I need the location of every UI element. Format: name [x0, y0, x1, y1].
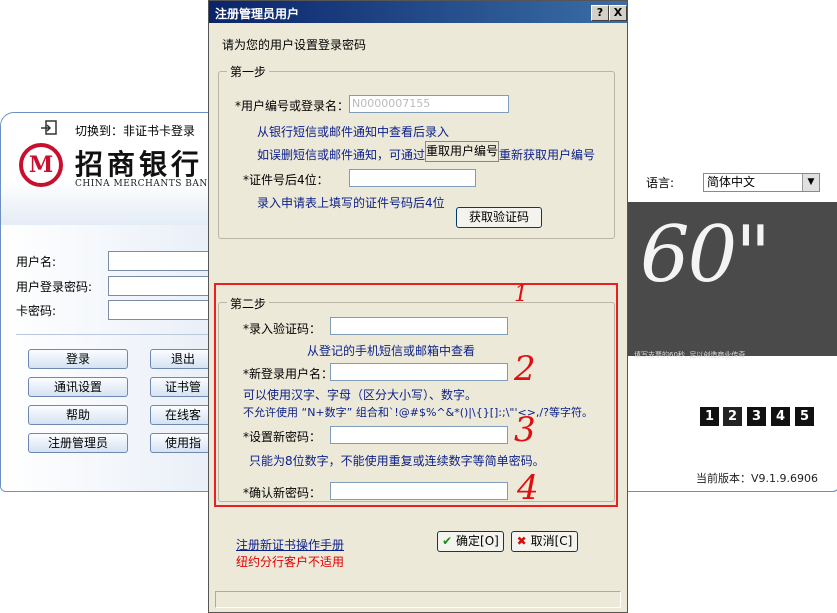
banner-headline: 60" — [640, 210, 771, 300]
username-input[interactable] — [108, 251, 220, 271]
cert-last4-hint: 录入申请表上填写的证件号码后4位 — [257, 196, 445, 210]
banner-page-4[interactable]: 4 — [771, 407, 790, 426]
dialog-intro: 请为您的用户设置登录密码 — [222, 38, 367, 52]
manual-link[interactable]: 注册新证书操作手册 — [236, 536, 344, 553]
cancel-button-label: 取消[C] — [530, 534, 573, 548]
language-select[interactable]: 简体中文 ▼ — [703, 173, 820, 192]
user-id-label: *用户编号或登录名： — [235, 99, 350, 113]
notice-text: 纽约分行客户不适用 — [236, 555, 345, 569]
cross-icon: ✖ — [516, 534, 527, 548]
ok-button[interactable]: ✔ 确定[O] — [437, 531, 504, 552]
card-password-input[interactable] — [108, 300, 220, 320]
annotation-2: 2 — [514, 349, 536, 389]
checkmark-icon: ✔ — [442, 534, 453, 548]
user-id-input[interactable]: N0000007155 — [349, 95, 509, 113]
banner-page-2[interactable]: 2 — [723, 407, 742, 426]
annotation-3: 3 — [514, 410, 536, 450]
username-label: 用户名: — [16, 255, 57, 269]
network-settings-button[interactable]: 通讯设置 — [28, 377, 128, 397]
cert-last4-label: *证件号后4位： — [243, 173, 329, 187]
retrieve-hint-suffix: 重新获取用户编号 — [499, 148, 596, 162]
card-password-label: 卡密码: — [16, 304, 57, 318]
annotation-frame — [214, 283, 618, 507]
bank-logo-icon: M — [19, 143, 63, 187]
annotation-1: 1 — [514, 282, 528, 307]
retrieve-user-id-button[interactable]: 重取用户编号 — [425, 141, 499, 162]
switch-login-link[interactable]: 切换到：非证书卡登录 — [75, 122, 195, 139]
online-service-button[interactable]: 在线客 — [150, 405, 216, 425]
user-guide-button[interactable]: 使用指 — [150, 433, 216, 453]
dialog-titlebar[interactable]: 注册管理员用户 ? X — [209, 1, 627, 23]
ok-button-label: 确定[O] — [456, 534, 499, 548]
divider — [16, 334, 214, 335]
help-button[interactable]: 帮助 — [28, 405, 128, 425]
banner-page-1[interactable]: 1 — [700, 407, 719, 426]
dialog-title: 注册管理员用户 — [215, 7, 300, 21]
language-value: 简体中文 — [707, 175, 756, 189]
login-button[interactable]: 登录 — [28, 349, 128, 369]
banner-subtitle: 填写支票的60秒, 足以创造商业传奇 — [634, 351, 746, 359]
bank-name-en: CHINA MERCHANTS BANK — [75, 179, 215, 189]
close-icon[interactable]: X — [609, 5, 627, 21]
switch-login-icon[interactable] — [40, 120, 58, 136]
chevron-down-icon[interactable]: ▼ — [802, 174, 819, 191]
get-verification-code-button[interactable]: 获取验证码 — [456, 207, 542, 228]
version-label: 当前版本：V9.1.9.6906 — [696, 472, 819, 485]
banner-page-5[interactable]: 5 — [795, 407, 814, 426]
exit-button[interactable]: 退出 — [150, 349, 216, 369]
banner-page-3[interactable]: 3 — [747, 407, 766, 426]
retrieve-hint-prefix: 如误删短信或邮件通知，可通过 — [257, 148, 426, 162]
help-icon[interactable]: ? — [591, 5, 609, 21]
step1-legend: 第一步 — [227, 63, 270, 80]
annotation-4: 4 — [517, 468, 539, 508]
cert-last4-input[interactable] — [349, 169, 476, 187]
bank-name: 招商银行 — [75, 148, 204, 181]
register-admin-button[interactable]: 注册管理员 — [28, 433, 128, 453]
login-password-label: 用户登录密码: — [16, 280, 93, 294]
login-password-input[interactable] — [108, 276, 220, 296]
dialog-statusbar — [215, 591, 621, 608]
certificate-button[interactable]: 证书管 — [150, 377, 216, 397]
language-label: 语言: — [646, 176, 675, 190]
user-id-hint: 从银行短信或邮件通知中查看后录入 — [257, 125, 450, 139]
cancel-button[interactable]: ✖ 取消[C] — [511, 531, 578, 552]
